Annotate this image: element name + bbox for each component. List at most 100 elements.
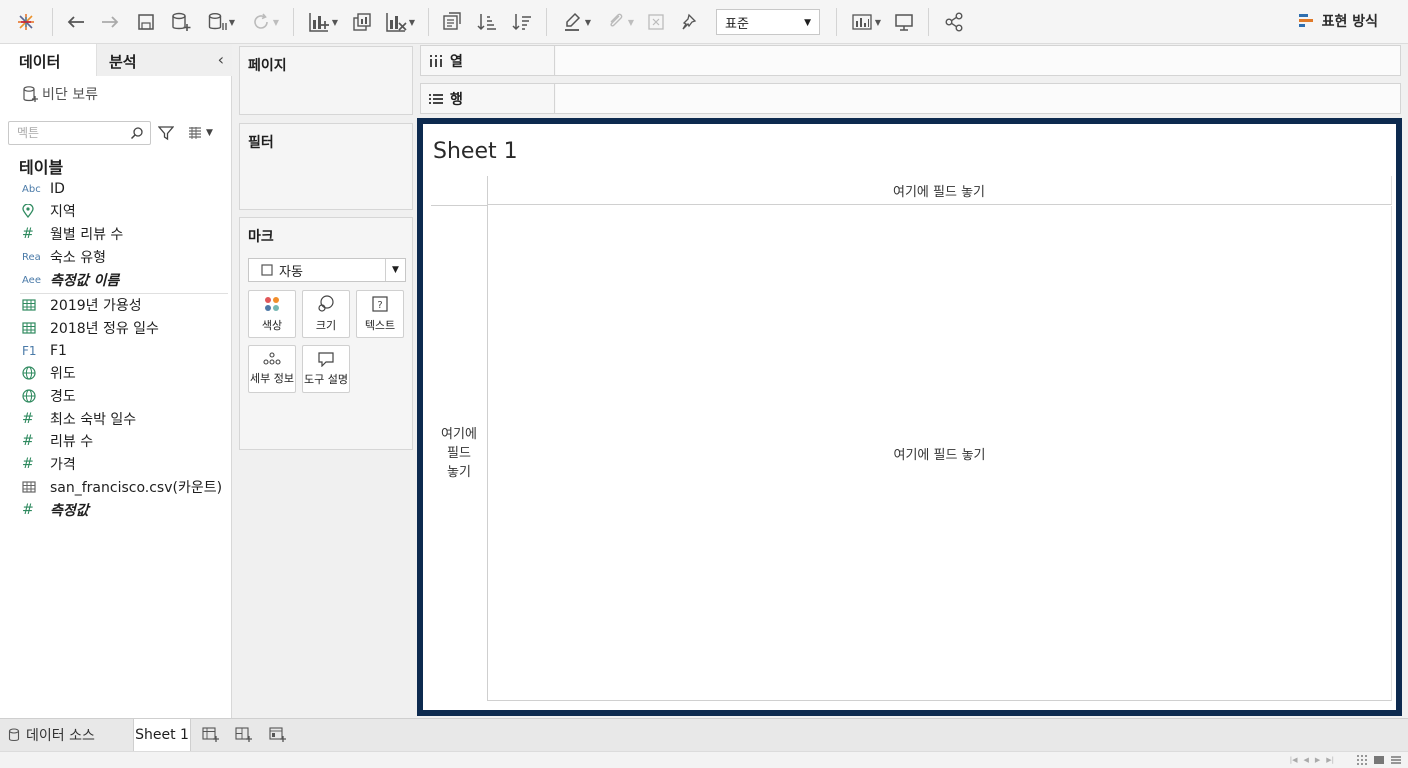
field-item[interactable]: 2019년 가용성 <box>0 294 230 316</box>
sorter-view-icon[interactable] <box>1373 755 1385 765</box>
next-sheet-icon[interactable]: ▶ <box>1315 756 1320 764</box>
sheet-tabs-bar: 데이터 소스 Sheet 1 <box>0 718 1408 751</box>
group-members-icon[interactable]: ▼ <box>600 8 640 36</box>
field-item[interactable]: 위도 <box>0 362 230 384</box>
pages-title: 페이지 <box>248 58 287 74</box>
sort-ascending-icon[interactable] <box>473 8 501 36</box>
field-item[interactable]: 2018년 정유 일수 <box>0 317 230 339</box>
tooltip-mark-button[interactable]: 도구 설명 <box>302 345 350 393</box>
undo-icon[interactable] <box>62 8 90 36</box>
color-mark-button[interactable]: 색상 <box>248 290 296 338</box>
clear-sheet-icon[interactable]: ▼ <box>380 8 420 36</box>
field-item[interactable]: # 측정값 <box>0 499 230 521</box>
toolbar: ▼ ▼ ▼ ▼ ▼ ▼ 표준 ▼ ▼ 표현 방식 <box>0 0 1408 44</box>
field-item[interactable]: Abc ID <box>0 178 230 200</box>
pause-updates-label: 비단 보류 <box>42 87 98 103</box>
tabs-view-icon[interactable] <box>1390 755 1402 765</box>
search-icon[interactable] <box>130 126 144 144</box>
share-icon[interactable] <box>940 8 968 36</box>
marks-card: 마크 자동 ▼ 색상 크기 ? 텍스트 세부 정보 도구 설명 <box>239 217 413 450</box>
columns-shelf: 열 <box>420 45 1401 76</box>
pause-updates-button[interactable]: 비단 보류 <box>22 84 98 104</box>
field-name: 지역 <box>50 204 76 220</box>
sheet-navigation: |◀ ◀ ▶ ▶| <box>1290 756 1334 764</box>
refresh-icon[interactable]: ▼ <box>246 8 284 36</box>
view-options-icon[interactable]: ▼ <box>188 127 213 139</box>
field-item[interactable]: Aee 측정값 이름 <box>0 269 230 291</box>
tooltip-icon <box>318 352 334 367</box>
field-name: 최소 숙박 일수 <box>50 412 137 428</box>
detail-mark-button[interactable]: 세부 정보 <box>248 345 296 393</box>
filters-title: 필터 <box>248 135 274 151</box>
pages-shelf[interactable]: 페이지 <box>239 46 413 115</box>
tab-view-options <box>1356 755 1402 765</box>
fit-dropdown[interactable]: 표준 ▼ <box>716 9 820 35</box>
data-source-icon <box>23 86 38 102</box>
columns-icon <box>430 54 442 67</box>
sheet-title[interactable]: Sheet 1 <box>433 139 518 164</box>
sheet-view: Sheet 1 여기에 필드 놓기 여기에 필드 놓기 여기에 필드 놓기 <box>417 118 1402 716</box>
text-label: 텍스트 <box>364 319 396 332</box>
field-item[interactable]: # 가격 <box>0 453 230 475</box>
field-item[interactable]: Rea 숙소 유형 <box>0 246 230 268</box>
field-item[interactable]: # 리뷰 수 <box>0 430 230 452</box>
field-search[interactable] <box>8 121 151 145</box>
text-mark-button[interactable]: ? 텍스트 <box>356 290 404 338</box>
rows-label: 행 <box>450 91 463 108</box>
color-icon <box>265 297 279 311</box>
column-drop-target[interactable]: 여기에 필드 놓기 <box>487 176 1392 205</box>
field-item[interactable]: 경도 <box>0 385 230 407</box>
redo-icon[interactable] <box>96 8 124 36</box>
swap-rows-columns-icon[interactable] <box>438 8 466 36</box>
new-worksheet-icon[interactable]: ▼ <box>303 8 343 36</box>
data-source-tab[interactable]: 데이터 소스 <box>0 719 130 751</box>
highlight-icon[interactable]: ▼ <box>558 8 596 36</box>
globe-icon <box>0 389 50 403</box>
field-name: 2019년 가용성 <box>50 298 142 314</box>
field-item[interactable]: san_francisco.csv(카운트) <box>0 476 230 498</box>
chevron-down-icon: ▼ <box>385 259 405 281</box>
new-dashboard-icon[interactable] <box>231 725 257 745</box>
mark-type-dropdown[interactable]: 자동 ▼ <box>248 258 406 282</box>
previous-sheet-icon[interactable]: ◀ <box>1303 756 1308 764</box>
search-input[interactable] <box>17 122 127 144</box>
filter-icon[interactable] <box>157 125 175 145</box>
first-sheet-icon[interactable]: |◀ <box>1290 756 1298 764</box>
field-item[interactable]: 지역 <box>0 200 230 222</box>
columns-drop-zone[interactable] <box>556 46 1400 75</box>
number-type-icon: # <box>22 433 34 449</box>
presentation-mode-icon[interactable] <box>890 8 918 36</box>
size-mark-button[interactable]: 크기 <box>302 290 350 338</box>
duplicate-sheet-icon[interactable] <box>348 8 376 36</box>
tableau-logo-icon[interactable] <box>12 8 40 36</box>
rows-drop-zone[interactable] <box>556 84 1400 113</box>
pin-axes-icon[interactable] <box>676 8 700 36</box>
new-worksheet-icon[interactable] <box>198 725 224 745</box>
save-icon[interactable] <box>132 8 160 36</box>
row-drop-target[interactable]: 여기에 필드 놓기 <box>431 206 488 701</box>
filters-shelf[interactable]: 필터 <box>239 123 413 210</box>
show-mark-labels-icon[interactable] <box>644 8 668 36</box>
last-sheet-icon[interactable]: ▶| <box>1326 756 1334 764</box>
tab-sheet-1[interactable]: Sheet 1 <box>133 719 191 751</box>
view-drop-target[interactable]: 여기에 필드 놓기 <box>488 206 1392 701</box>
field-item[interactable]: # 월별 리뷰 수 <box>0 223 230 245</box>
number-type-icon: # <box>22 226 34 242</box>
fit-value: 표준 <box>725 16 749 32</box>
field-name: 리뷰 수 <box>50 434 94 450</box>
show-me-button[interactable]: 표현 방식 <box>1298 11 1378 31</box>
tab-data[interactable]: 데이터 <box>0 44 96 76</box>
collapse-pane-icon[interactable]: ‹ <box>218 50 224 69</box>
show-me-label: 표현 방식 <box>1321 14 1378 30</box>
columns-shelf-label: 열 <box>421 46 555 75</box>
field-item[interactable]: F1 F1 <box>0 340 230 362</box>
sort-descending-icon[interactable] <box>508 8 536 36</box>
pause-auto-update-icon[interactable]: ▼ <box>202 8 240 36</box>
field-item[interactable]: # 최소 숙박 일수 <box>0 408 230 430</box>
new-story-icon[interactable] <box>265 725 291 745</box>
chevron-down-icon: ▼ <box>804 18 811 28</box>
show-cards-icon[interactable]: ▼ <box>846 8 886 36</box>
new-data-source-icon[interactable] <box>166 8 196 36</box>
filmstrip-view-icon[interactable] <box>1356 755 1368 765</box>
tab-analysis[interactable]: 분석 <box>96 44 232 76</box>
